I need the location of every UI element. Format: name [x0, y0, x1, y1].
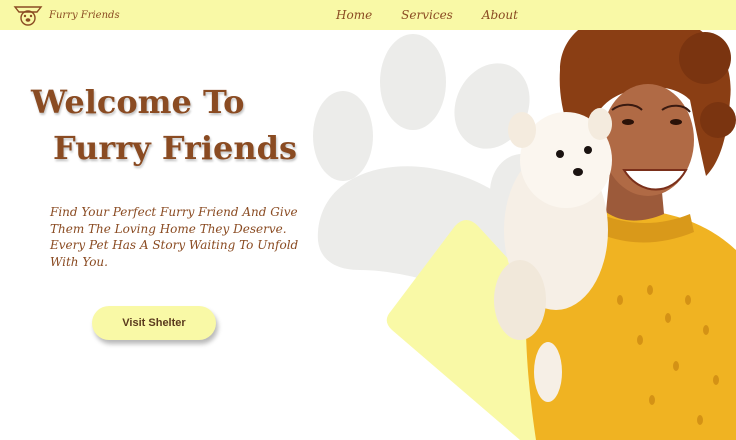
- woman-with-puppy-photo: [494, 11, 736, 440]
- yellow-diamond-shape: [386, 220, 612, 440]
- brand-name: Furry Friends: [49, 9, 120, 21]
- hero-title-line-2: Furry Friends: [53, 129, 298, 167]
- paw-print-icon: [313, 34, 554, 295]
- paw-badge-icon: [13, 6, 43, 26]
- hero-title: Welcome To Furry Friends: [31, 86, 297, 164]
- brand[interactable]: Furry Friends: [13, 4, 120, 26]
- nav-link-services[interactable]: Services: [401, 8, 453, 22]
- puppy-figure: [494, 108, 612, 402]
- hero-title-line-1: Welcome To: [31, 83, 245, 121]
- nav-links: Home Services About: [336, 8, 518, 22]
- hero-description: Find Your Perfect Furry Friend And Give …: [50, 205, 299, 269]
- nav-link-home[interactable]: Home: [336, 8, 372, 22]
- visit-shelter-button[interactable]: Visit Shelter: [92, 306, 216, 340]
- nav-link-about[interactable]: About: [482, 8, 518, 22]
- top-navbar: Furry Friends Home Services About: [0, 0, 736, 30]
